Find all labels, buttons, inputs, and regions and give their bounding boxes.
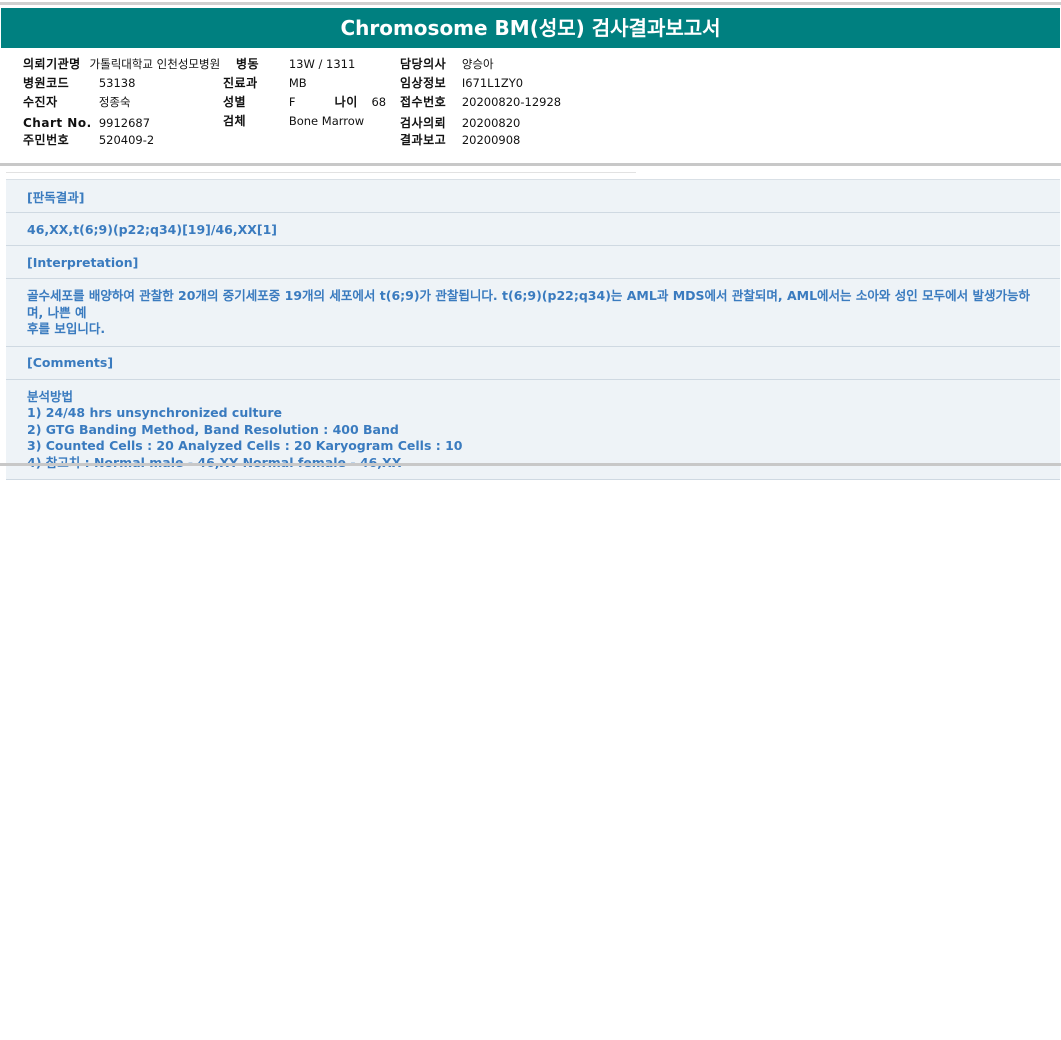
- dept-label: 진료과: [223, 76, 258, 90]
- dept-value: MB: [288, 76, 307, 90]
- patient-row: 수진자 정종숙: [23, 94, 131, 110]
- specimen-label: 검체: [223, 114, 247, 128]
- result-header: [판독결과]: [6, 180, 1060, 213]
- comment-line: 1) 24/48 hrs unsynchronized culture: [27, 405, 283, 421]
- thin-divider: [6, 172, 636, 173]
- top-rule: [0, 2, 1061, 5]
- hospital-label: 의뢰기관명: [23, 57, 81, 71]
- doctor-row: 담당의사 양승아: [400, 56, 494, 72]
- specimen-value: Bone Marrow: [288, 114, 365, 128]
- id-label: 주민번호: [23, 133, 70, 147]
- specimen-row: 검체 Bone Marrow: [223, 113, 364, 129]
- sex-age-row: 성별 F 나이 68: [223, 94, 386, 110]
- dept-row: 진료과 MB: [223, 75, 307, 91]
- clinical-value: I671L1ZY0: [461, 76, 524, 90]
- patient-value: 정종숙: [98, 95, 131, 109]
- receipt-value: 20200820-12928: [461, 95, 562, 109]
- request-row: 검사의뢰 20200820: [400, 115, 520, 131]
- sex-value: F: [288, 95, 296, 109]
- header-separator: [0, 163, 1061, 166]
- interpretation-header: [Interpretation]: [6, 246, 1060, 279]
- comment-line: 분석방법: [27, 388, 74, 404]
- result-value: 46,XX,t(6;9)(p22;q34)[19]/46,XX[1]: [6, 213, 1060, 246]
- age-value: 68: [371, 95, 387, 109]
- report-date-row: 결과보고 20200908: [400, 132, 520, 148]
- chart-no-label: Chart No.: [23, 116, 92, 130]
- report-date-label: 결과보고: [400, 133, 447, 147]
- comments-header: [Comments]: [6, 347, 1060, 380]
- interpretation-line: 골수세포를 배양하여 관찰한 20개의 중기세포중 19개의 세포에서 t(6;…: [27, 288, 1030, 320]
- ward-label: 병동: [236, 57, 260, 71]
- results-panel: [판독결과] 46,XX,t(6;9)(p22;q34)[19]/46,XX[1…: [6, 179, 1060, 481]
- id-value: 520409-2: [98, 133, 155, 147]
- chart-no-value: 9912687: [98, 116, 151, 130]
- comment-line: 3) Counted Cells : 20 Analyzed Cells : 2…: [27, 438, 463, 454]
- hospital-row: 의뢰기관명 가톨릭대학교 인천성모병원: [23, 56, 220, 72]
- hospital-code-value: 53138: [98, 76, 136, 90]
- request-value: 20200820: [461, 116, 521, 130]
- interpretation-text: 골수세포를 배양하여 관찰한 20개의 중기세포중 19개의 세포에서 t(6;…: [6, 279, 1060, 347]
- hospital-code-label: 병원코드: [23, 76, 70, 90]
- doctor-value: 양승아: [461, 57, 494, 71]
- patient-label: 수진자: [23, 95, 58, 109]
- hospital-code-row: 병원코드 53138: [23, 75, 135, 91]
- hospital-value: 가톨릭대학교 인천성모병원: [89, 57, 221, 71]
- comment-line: 2) GTG Banding Method, Band Resolution :…: [27, 421, 399, 437]
- clinical-row: 임상정보 I671L1ZY0: [400, 75, 523, 91]
- ward-value: 13W / 1311: [288, 57, 356, 71]
- sex-label: 성별: [223, 95, 247, 109]
- ward-row: 병동 13W / 1311: [236, 56, 355, 72]
- doctor-label: 담당의사: [400, 57, 447, 71]
- report-title: Chromosome BM(성모) 검사결과보고서: [1, 8, 1060, 48]
- receipt-label: 접수번호: [400, 95, 447, 109]
- chart-no-row: Chart No. 9912687: [23, 115, 150, 131]
- clinical-label: 임상정보: [400, 76, 447, 90]
- footer-separator: [0, 463, 1061, 466]
- report-date-value: 20200908: [461, 133, 521, 147]
- age-label: 나이: [334, 95, 358, 109]
- request-label: 검사의뢰: [400, 116, 447, 130]
- interpretation-line: 후를 보입니다.: [27, 321, 106, 336]
- id-row: 주민번호 520409-2: [23, 132, 154, 148]
- receipt-row: 접수번호 20200820-12928: [400, 94, 561, 110]
